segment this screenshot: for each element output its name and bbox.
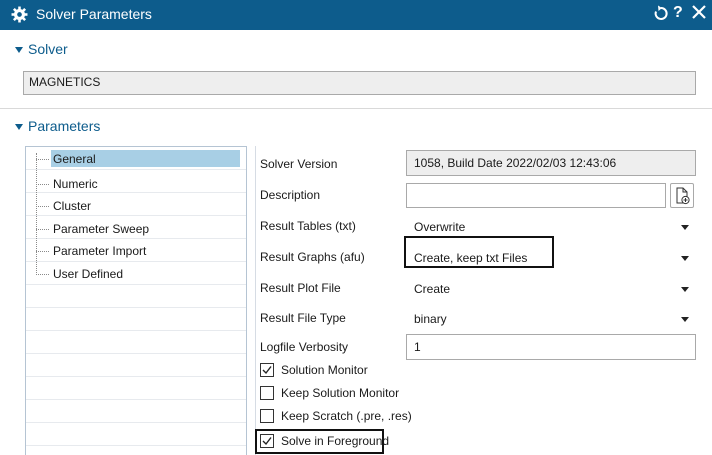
result-tables-value: Overwrite xyxy=(414,220,466,234)
solution-monitor-checkbox[interactable]: Solution Monitor xyxy=(260,363,400,381)
gear-icon xyxy=(11,6,28,23)
checkbox-label: Keep Scratch (.pre, .res) xyxy=(281,409,412,423)
checkbox-box xyxy=(260,386,274,400)
section-divider xyxy=(0,108,712,109)
keep-solution-monitor-checkbox[interactable]: Keep Solution Monitor xyxy=(260,386,420,404)
logfile-verbosity-input[interactable]: 1 xyxy=(406,334,696,360)
result-plot-file-label: Result Plot File xyxy=(260,281,341,295)
chevron-down-icon xyxy=(681,317,689,322)
reset-icon[interactable] xyxy=(653,4,669,22)
tree-item-label: User Defined xyxy=(53,267,124,281)
checkbox-label: Solve in Foreground xyxy=(281,434,390,448)
collapse-triangle-icon xyxy=(15,124,23,130)
checkbox-box xyxy=(260,363,274,377)
result-graphs-value: Create, keep txt Files xyxy=(414,251,528,265)
add-file-icon xyxy=(676,187,690,205)
checkmark-icon xyxy=(262,437,272,446)
solve-in-foreground-checkbox[interactable]: Solve in Foreground xyxy=(260,434,410,452)
keep-scratch-checkbox[interactable]: Keep Scratch (.pre, .res) xyxy=(260,409,430,427)
result-file-type-value: binary xyxy=(414,312,447,326)
parameters-section-label: Parameters xyxy=(28,118,101,134)
window-title: Solver Parameters xyxy=(36,6,152,22)
result-file-type-select[interactable]: binary xyxy=(406,306,696,331)
logfile-verbosity-label: Logfile Verbosity xyxy=(260,340,349,354)
form-separator xyxy=(255,146,256,455)
checkbox-box xyxy=(260,409,274,423)
chevron-down-icon xyxy=(681,287,689,292)
description-label: Description xyxy=(260,188,321,202)
result-plot-file-select[interactable]: Create xyxy=(406,276,696,301)
tree-item-user-defined[interactable]: User Defined xyxy=(26,265,246,285)
checkbox-label: Keep Solution Monitor xyxy=(281,386,400,400)
checkbox-box xyxy=(260,434,274,448)
tree-item-label: Parameter Import xyxy=(53,244,147,258)
tree-item-label: Cluster xyxy=(53,199,92,213)
chevron-down-icon xyxy=(681,256,689,261)
result-file-type-label: Result File Type xyxy=(260,311,346,325)
result-tables-label: Result Tables (txt) xyxy=(260,219,356,233)
collapse-triangle-icon xyxy=(15,47,23,53)
tree-item-parameter-import[interactable]: Parameter Import xyxy=(26,242,246,262)
solver-section-label: Solver xyxy=(28,41,68,57)
result-plot-file-value: Create xyxy=(414,282,451,296)
tree-item-label: Numeric xyxy=(53,177,98,191)
checkbox-label: Solution Monitor xyxy=(281,363,368,377)
result-graphs-select[interactable]: Create, keep txt Files xyxy=(406,245,696,270)
title-bar: Solver Parameters ? xyxy=(0,0,712,30)
solver-name-field: MAGNETICS xyxy=(23,71,696,95)
tree-item-label: General xyxy=(51,150,240,167)
close-icon[interactable] xyxy=(692,5,706,19)
solver-version-label: Solver Version xyxy=(260,157,338,171)
tree-item-general[interactable]: General xyxy=(26,150,246,170)
result-graphs-label: Result Graphs (afu) xyxy=(260,250,365,264)
tree-item-label: Parameter Sweep xyxy=(53,222,150,236)
tree-item-numeric[interactable]: Numeric xyxy=(26,175,246,195)
description-input[interactable] xyxy=(406,183,666,208)
solver-section-header[interactable]: Solver xyxy=(0,40,200,60)
solver-version-field: 1058, Build Date 2022/02/03 12:43:06 xyxy=(406,150,696,176)
parameters-section-header[interactable]: Parameters xyxy=(0,116,200,136)
parameters-tree: General Numeric Cluster Parameter Sweep … xyxy=(25,146,247,455)
tree-item-parameter-sweep[interactable]: Parameter Sweep xyxy=(26,220,246,240)
help-button[interactable]: ? xyxy=(673,4,683,22)
tree-item-cluster[interactable]: Cluster xyxy=(26,197,246,217)
browse-file-button[interactable] xyxy=(670,183,694,208)
chevron-down-icon xyxy=(681,225,689,230)
result-tables-select[interactable]: Overwrite xyxy=(406,214,696,239)
checkmark-icon xyxy=(262,366,272,375)
